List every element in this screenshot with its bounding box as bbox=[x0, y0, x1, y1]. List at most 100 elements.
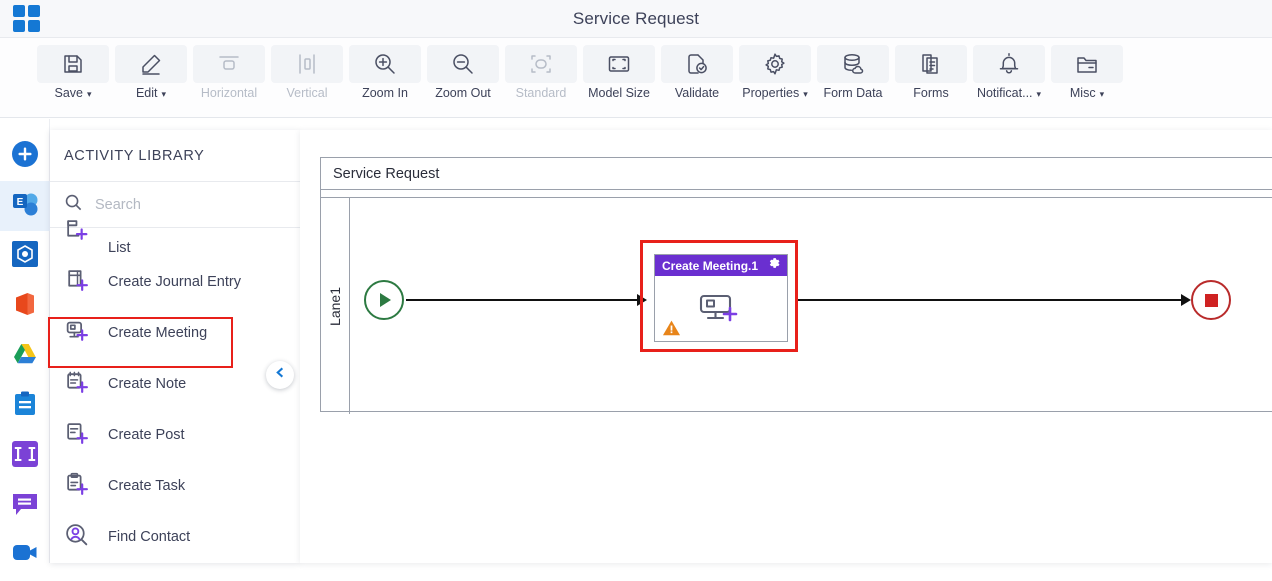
rail-item-dynamics-app[interactable] bbox=[0, 231, 50, 281]
rail-item-columns-app[interactable] bbox=[0, 431, 50, 481]
activity-item-label: Create Task bbox=[108, 477, 186, 494]
diagram-canvas[interactable]: Service Request Lane1 Create Meeting.1 bbox=[300, 130, 1272, 563]
warning-triangle-icon bbox=[662, 319, 681, 337]
rail-item-google-drive-app[interactable] bbox=[0, 331, 50, 381]
activity-item-create-meeting[interactable]: Create Meeting bbox=[50, 307, 300, 358]
task-title: Create Meeting.1 bbox=[662, 258, 759, 273]
activity-item-label: List bbox=[108, 240, 131, 256]
rail-item-exchange-app[interactable]: E bbox=[0, 181, 50, 231]
rail-item-clipboard-app[interactable] bbox=[0, 381, 50, 431]
gear-icon[interactable] bbox=[768, 257, 781, 275]
toolbar-form-data-button[interactable]: Form Data bbox=[814, 38, 892, 114]
toolbar-item-text: Horizontal bbox=[200, 86, 258, 100]
toolbar-vertical-button: Vertical bbox=[268, 38, 346, 114]
chevron-down-icon: ▾ bbox=[803, 88, 808, 99]
collapse-panel-button[interactable] bbox=[266, 361, 294, 389]
toolbar-item-text: Standard bbox=[515, 86, 567, 100]
toolbar: Save ▾ Edit ▾ Horizontal Vertical Zoom In Zoom … bbox=[0, 38, 1272, 118]
activity-item-create-post[interactable]: Create Post bbox=[50, 409, 300, 460]
activity-item-list[interactable]: List bbox=[50, 220, 300, 256]
task-body bbox=[655, 276, 787, 342]
toolbar-properties-button[interactable]: Properties ▾ bbox=[736, 38, 814, 114]
exchange-icon: E bbox=[12, 191, 38, 222]
rail-item-video-app[interactable] bbox=[0, 531, 50, 581]
toolbar-item-text: Forms bbox=[913, 86, 949, 100]
lane-label: Lane1 bbox=[327, 286, 343, 326]
create-post-icon bbox=[64, 420, 94, 450]
toolbar-item-text: Edit bbox=[135, 86, 158, 100]
create-meeting-icon bbox=[697, 287, 745, 332]
toolbar-validate-button[interactable]: Validate bbox=[658, 38, 736, 114]
svg-text:E: E bbox=[17, 197, 24, 208]
toolbar-item-label: Validate bbox=[675, 86, 719, 100]
toolbar-forms-button[interactable]: Forms bbox=[892, 38, 970, 114]
toolbar-misc-button[interactable]: Misc ▾ bbox=[1048, 38, 1126, 114]
toolbar-item-text: Zoom Out bbox=[435, 86, 491, 100]
clipboard-icon bbox=[12, 391, 38, 422]
toolbar-model-size-button[interactable]: Model Size bbox=[580, 38, 658, 114]
toolbar-item-label: Properties ▾ bbox=[742, 86, 808, 100]
toolbar-item-text: Zoom In bbox=[362, 86, 408, 100]
page-title: Service Request bbox=[572, 8, 700, 28]
activity-item-label: Create Meeting bbox=[108, 324, 208, 341]
toolbar-zoom-in-button[interactable]: Zoom In bbox=[346, 38, 424, 114]
office-icon bbox=[12, 291, 38, 322]
toolbar-item-text: Misc bbox=[1069, 86, 1096, 100]
toolbar-item-label: Vertical bbox=[287, 86, 328, 100]
toolbar-item-label: Zoom In bbox=[362, 86, 408, 100]
toolbar-item-text: Vertical bbox=[286, 86, 328, 100]
play-triangle-icon bbox=[379, 293, 391, 307]
end-event[interactable] bbox=[1191, 280, 1231, 320]
toolbar-item-label: Horizontal bbox=[201, 86, 257, 100]
standard-size-icon bbox=[505, 45, 577, 83]
app-grid-icon[interactable] bbox=[13, 5, 41, 33]
toolbar-standard-button: Standard bbox=[502, 38, 580, 114]
lane: Lane1 Create Meeting.1 bbox=[321, 197, 1272, 414]
toolbar-item-label: Forms bbox=[913, 86, 948, 100]
rail-item-office-app[interactable] bbox=[0, 281, 50, 331]
google-drive-icon bbox=[12, 341, 38, 372]
activity-item-label: Create Note bbox=[108, 375, 187, 392]
create-list-icon bbox=[64, 220, 94, 256]
create-task-icon bbox=[64, 471, 94, 501]
title-bar: Service Request bbox=[0, 0, 1272, 38]
activity-item-find-contact[interactable]: Find Contact bbox=[50, 511, 300, 562]
activity-item-create-task[interactable]: Create Task bbox=[50, 460, 300, 511]
toolbar-save-button[interactable]: Save ▾ bbox=[34, 38, 112, 114]
activity-item-create-journal-entry[interactable]: Create Journal Entry bbox=[50, 256, 300, 307]
create-note-icon bbox=[64, 369, 94, 399]
toolbar-edit-button[interactable]: Edit ▾ bbox=[112, 38, 190, 114]
toolbar-horizontal-button: Horizontal bbox=[190, 38, 268, 114]
save-icon bbox=[37, 45, 109, 83]
chat-icon bbox=[12, 491, 38, 522]
start-event[interactable] bbox=[364, 280, 404, 320]
toolbar-notificat-button[interactable]: Notificat... ▾ bbox=[970, 38, 1048, 114]
toolbar-item-label: Notificat... ▾ bbox=[977, 86, 1041, 100]
search-input[interactable] bbox=[93, 195, 268, 214]
validate-icon bbox=[661, 45, 733, 83]
toolbar-item-label: Standard bbox=[516, 86, 567, 100]
chevron-down-icon: ▾ bbox=[1099, 88, 1105, 99]
chevron-down-icon: ▾ bbox=[1036, 88, 1042, 99]
toolbar-item-label: Misc ▾ bbox=[1070, 86, 1104, 100]
database-icon bbox=[817, 45, 889, 83]
zoom-in-icon bbox=[349, 45, 421, 83]
dynamics-icon bbox=[12, 240, 38, 272]
video-camera-icon bbox=[12, 541, 38, 572]
toolbar-item-text: Validate bbox=[674, 86, 720, 100]
create-journal-icon bbox=[64, 267, 94, 297]
toolbar-item-label: Zoom Out bbox=[435, 86, 491, 100]
sequence-flow-2 bbox=[798, 299, 1183, 301]
toolbar-item-text: Form Data bbox=[823, 86, 883, 100]
rail-item-add-button[interactable] bbox=[0, 131, 50, 181]
model-size-icon bbox=[583, 45, 655, 83]
rail-item-chat-app[interactable] bbox=[0, 481, 50, 531]
toolbar-item-label: Model Size bbox=[588, 86, 650, 100]
process-pool: Service Request Lane1 Create Meeting.1 bbox=[320, 157, 1272, 414]
toolbar-zoom-out-button[interactable]: Zoom Out bbox=[424, 38, 502, 114]
chevron-down-icon: ▾ bbox=[86, 88, 92, 99]
activity-item-create-note[interactable]: Create Note bbox=[50, 358, 300, 409]
task-create-meeting[interactable]: Create Meeting.1 bbox=[654, 254, 788, 342]
activity-item-label: Create Journal Entry bbox=[108, 273, 241, 290]
find-contact-icon bbox=[64, 522, 94, 552]
